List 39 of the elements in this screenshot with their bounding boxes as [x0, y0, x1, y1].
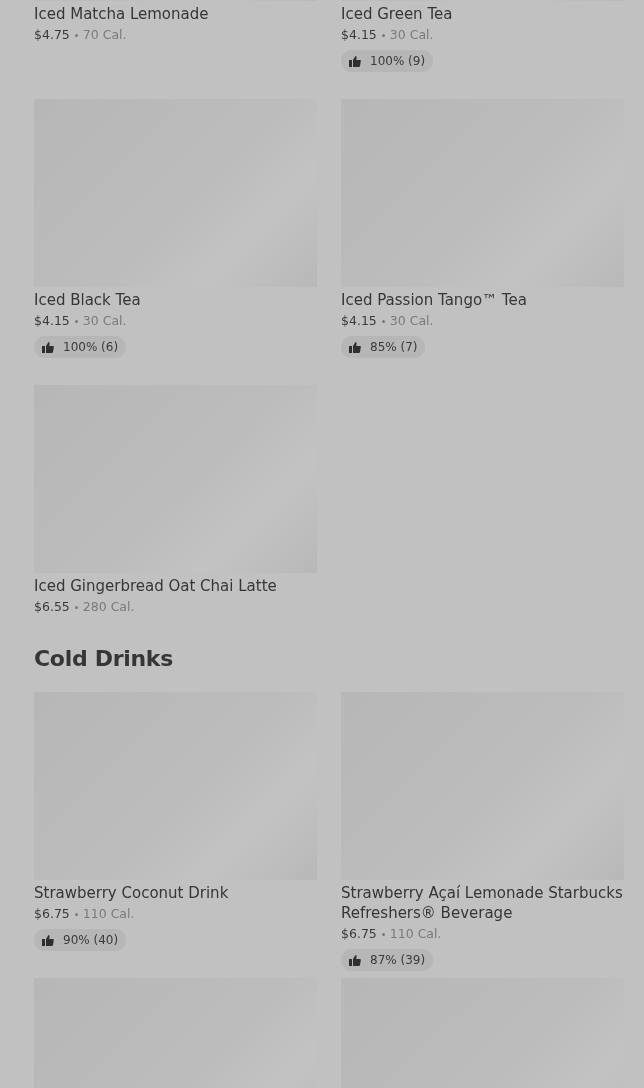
item-calories: 110 Cal. [389, 926, 442, 942]
rating-text: 87% (39) [370, 953, 426, 967]
item-calories: 280 Cal. [82, 599, 135, 615]
item-name[interactable]: Iced Green Tea [341, 4, 453, 24]
separator-dot [381, 33, 385, 37]
rating-text: 100% (9) [370, 54, 426, 68]
separator-dot [74, 33, 78, 37]
separator-dot [74, 319, 78, 323]
rating-text: 90% (40) [63, 933, 119, 947]
item-calories: 70 Cal. [82, 27, 127, 43]
item-price: $6.55 [34, 599, 70, 615]
separator-dot [74, 605, 78, 609]
item-price: $6.75 [34, 906, 70, 922]
thumbs-up-icon [42, 341, 54, 353]
thumbs-up-icon [349, 55, 361, 67]
item-name[interactable]: Iced Gingerbread Oat Chai Latte [34, 576, 277, 596]
item-price: $4.15 [34, 313, 70, 329]
separator-dot [381, 319, 385, 323]
separator-dot [381, 932, 385, 936]
item-price: $6.75 [341, 926, 377, 942]
item-name[interactable]: Strawberry Açaí Lemonade Starbucks Refreshers® Beverage [341, 883, 624, 923]
item-price: $4.75 [34, 27, 70, 43]
rating-text: 85% (7) [370, 340, 418, 354]
item-calories: 30 Cal. [389, 313, 434, 329]
item-name[interactable]: Iced Black Tea [34, 290, 141, 310]
item-price: $4.15 [341, 313, 377, 329]
item-calories: 110 Cal. [82, 906, 135, 922]
item-name[interactable]: Strawberry Coconut Drink [34, 883, 229, 903]
item-calories: 30 Cal. [82, 313, 127, 329]
rating-text: 100% (6) [63, 340, 119, 354]
item-price: $4.15 [341, 27, 377, 43]
separator-dot [74, 912, 78, 916]
thumbs-up-icon [349, 341, 361, 353]
section-heading: Cold Drinks [34, 645, 174, 673]
item-name[interactable]: Iced Passion Tango™ Tea [341, 290, 527, 310]
item-name[interactable]: Iced Matcha Lemonade [34, 4, 209, 24]
thumbs-up-icon [349, 954, 361, 966]
item-calories: 30 Cal. [389, 27, 434, 43]
thumbs-up-icon [42, 934, 54, 946]
